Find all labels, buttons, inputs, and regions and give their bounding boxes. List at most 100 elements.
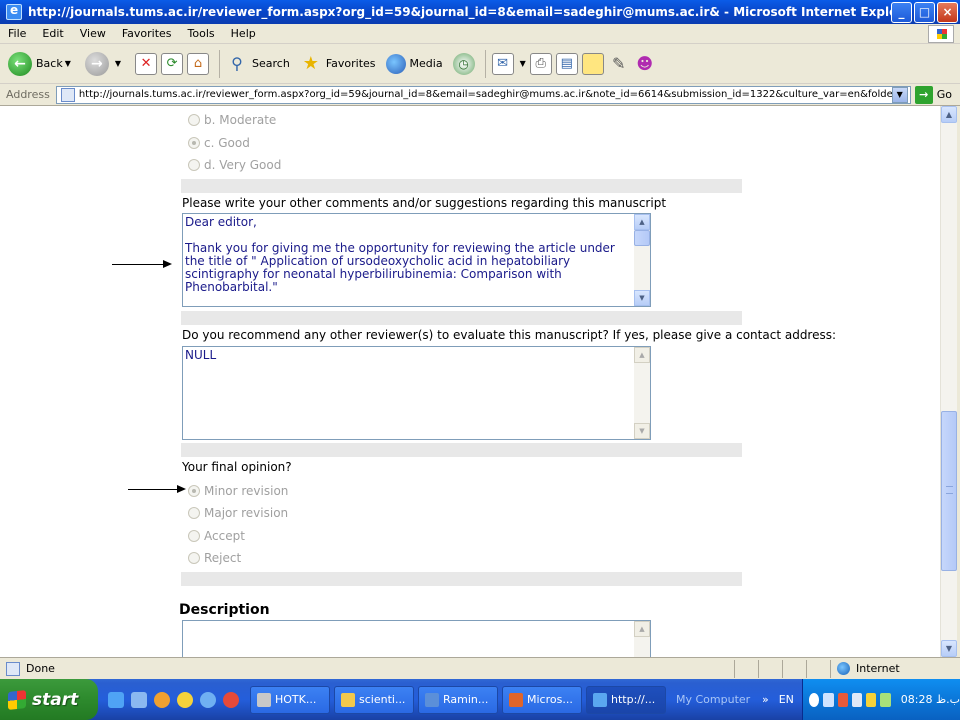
task-button-ramin[interactable]: Ramin...: [418, 685, 498, 714]
comments-textarea[interactable]: Dear editor, Thank you for giving me the…: [182, 213, 651, 307]
address-dropdown-icon[interactable]: ▼: [891, 86, 908, 103]
radio-button[interactable]: [188, 552, 200, 564]
messenger-quicklaunch-icon[interactable]: [177, 691, 193, 708]
radio-button[interactable]: [188, 485, 200, 497]
quality-option-good[interactable]: c. Good: [188, 136, 250, 150]
research-icon[interactable]: ✎: [608, 53, 630, 75]
radio-button[interactable]: [188, 530, 200, 542]
search-button[interactable]: ⚲ Search: [226, 53, 290, 75]
window-titlebar[interactable]: http://journals.tums.ac.ir/reviewer_form…: [0, 0, 960, 24]
menu-edit[interactable]: Edit: [34, 27, 71, 40]
radio-button[interactable]: [188, 137, 200, 149]
maximize-button[interactable]: □: [914, 1, 935, 23]
opinion-option-major-revision[interactable]: Major revision: [188, 506, 288, 520]
address-label: Address: [6, 88, 50, 101]
task-button-http[interactable]: http://...: [586, 685, 666, 714]
go-button[interactable]: → Go: [911, 85, 960, 104]
outlook-quicklaunch-icon[interactable]: [131, 691, 147, 708]
reviewer-question: Do you recommend any other reviewer(s) t…: [182, 328, 837, 342]
my-computer-toolbar[interactable]: My Computer: [676, 693, 762, 706]
messenger-icon[interactable]: ☻: [634, 53, 656, 75]
task-button-microsoft[interactable]: Micros...: [502, 685, 582, 714]
display-icon[interactable]: [851, 692, 863, 707]
minimize-button[interactable]: _: [891, 1, 912, 23]
annotation-arrow-comments: [112, 264, 164, 265]
scroll-up-icon[interactable]: ▲: [634, 347, 650, 363]
app-quicklaunch-icon[interactable]: [223, 691, 239, 708]
home-icon[interactable]: ⌂: [187, 52, 210, 75]
media-button[interactable]: Media: [385, 53, 443, 74]
reviewer-textarea[interactable]: NULL ▲ ▼: [182, 346, 651, 440]
mail-dropdown-icon[interactable]: ▼: [520, 59, 526, 68]
usb-icon[interactable]: [880, 692, 891, 707]
opinion-option-accept[interactable]: Accept: [188, 529, 245, 543]
powerpoint-icon: [509, 692, 523, 707]
description-scrollbar[interactable]: ▲: [634, 621, 650, 657]
comments-scrollbar[interactable]: ▲ ▼: [634, 214, 650, 306]
description-textarea[interactable]: ▲: [182, 620, 651, 657]
forward-button[interactable]: → ▼: [84, 51, 125, 76]
quality-option-very-good[interactable]: d. Very Good: [188, 158, 281, 172]
print-icon[interactable]: ⎙: [529, 52, 552, 75]
tray-expand-icon[interactable]: [809, 692, 820, 707]
ie-icon: [6, 3, 22, 20]
discuss-icon[interactable]: [581, 52, 604, 75]
reviewer-text[interactable]: NULL: [185, 349, 632, 439]
opinion-option-minor-revision[interactable]: Minor revision: [188, 484, 288, 498]
menu-file[interactable]: File: [0, 27, 34, 40]
network-icon[interactable]: [823, 692, 834, 707]
page-icon: [6, 661, 20, 676]
radio-button[interactable]: [188, 507, 200, 519]
address-url[interactable]: http://journals.tums.ac.ir/reviewer_form…: [79, 89, 892, 100]
language-indicator[interactable]: EN: [779, 693, 794, 706]
address-input[interactable]: http://journals.tums.ac.ir/reviewer_form…: [55, 85, 911, 104]
quality-option-moderate[interactable]: b. Moderate: [188, 113, 276, 127]
scroll-up-icon[interactable]: ▲: [634, 214, 650, 230]
menu-view[interactable]: View: [72, 27, 114, 40]
favorites-button[interactable]: ★ Favorites: [300, 53, 376, 75]
menu-help[interactable]: Help: [223, 27, 264, 40]
annotation-arrowhead-icon: [163, 260, 172, 268]
status-cell: [734, 659, 758, 678]
forward-dropdown-icon[interactable]: ▼: [115, 59, 121, 68]
mail-icon[interactable]: ✉: [491, 52, 514, 75]
thumb-grip-icon: [946, 486, 953, 494]
history-icon[interactable]: ◷: [452, 52, 475, 75]
scroll-down-icon[interactable]: ▼: [941, 640, 957, 657]
page-scrollbar[interactable]: ▲ ▼: [940, 106, 957, 657]
scroll-down-icon[interactable]: ▼: [634, 290, 650, 306]
back-dropdown-icon[interactable]: ▼: [65, 59, 71, 68]
taskbar: start HOTK... scienti... Ramin... Micros…: [0, 679, 960, 720]
search-quicklaunch-icon[interactable]: [200, 691, 216, 708]
edit-icon[interactable]: ▤: [555, 52, 578, 75]
scroll-thumb[interactable]: [941, 411, 957, 571]
ie-icon: [425, 692, 439, 707]
task-button-scientific[interactable]: scienti...: [334, 685, 414, 714]
annotation-arrowhead-icon: [177, 485, 186, 493]
clock[interactable]: 08:28 ب.ظ: [901, 693, 960, 706]
menu-tools[interactable]: Tools: [180, 27, 223, 40]
back-button[interactable]: ← Back ▼: [8, 51, 75, 76]
menu-favorites[interactable]: Favorites: [114, 27, 180, 40]
scroll-up-icon[interactable]: ▲: [634, 621, 650, 637]
volume-icon[interactable]: [866, 692, 877, 707]
stop-icon[interactable]: ✕: [135, 52, 158, 75]
scroll-thumb[interactable]: [634, 230, 650, 246]
radio-button[interactable]: [188, 159, 200, 171]
start-button[interactable]: start: [0, 679, 98, 720]
scroll-down-icon[interactable]: ▼: [634, 423, 650, 439]
task-label: Ramin...: [443, 693, 489, 706]
reviewer-scrollbar[interactable]: ▲ ▼: [634, 347, 650, 439]
media-player-quicklaunch-icon[interactable]: [154, 691, 170, 708]
radio-button[interactable]: [188, 114, 200, 126]
scroll-up-icon[interactable]: ▲: [941, 106, 957, 123]
ie-quicklaunch-icon[interactable]: [108, 691, 124, 708]
opinion-option-reject[interactable]: Reject: [188, 551, 241, 565]
security-icon[interactable]: [837, 692, 848, 707]
close-button[interactable]: ×: [937, 1, 958, 23]
task-button-hotk[interactable]: HOTK...: [250, 685, 330, 714]
description-text[interactable]: [185, 623, 632, 657]
toolbar-chevron-icon[interactable]: »: [762, 693, 769, 706]
refresh-icon[interactable]: ⟳: [161, 52, 184, 75]
comments-text[interactable]: Dear editor, Thank you for giving me the…: [185, 216, 632, 306]
